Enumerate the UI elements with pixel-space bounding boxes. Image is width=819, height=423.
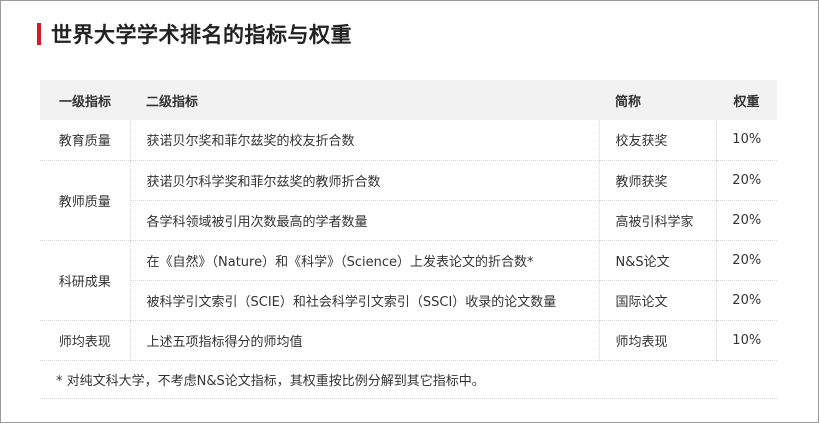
cell-secondary: 在《自然》（Nature）和《科学》（Science）上发表论文的折合数*: [130, 240, 600, 281]
cell-secondary: 获诺贝尔科学奖和菲尔兹奖的教师折合数: [130, 160, 600, 201]
cell-secondary: 上述五项指标得分的师均值: [130, 320, 600, 361]
cell-weight: 20%: [716, 160, 777, 201]
cell-primary: 教育质量: [40, 120, 131, 161]
footnote: * 对纯文科大学，不考虑N&S论文指标，其权重按比例分解到其它指标中。: [40, 361, 777, 399]
cell-weight: 10%: [716, 320, 777, 361]
page-frame: 世界大学学术排名的指标与权重 一级指标 二级指标 简称 权重 教育质量 获诺贝尔…: [0, 0, 819, 423]
table-row: 师均表现 上述五项指标得分的师均值 师均表现 10%: [40, 320, 777, 361]
table-row: 各学科领域被引用次数最高的学者数量 高被引科学家 20%: [40, 200, 777, 241]
header-secondary: 二级指标: [130, 80, 599, 120]
indicator-table: 一级指标 二级指标 简称 权重 教育质量 获诺贝尔奖和菲尔兹奖的校友折合数 校友…: [40, 80, 777, 361]
cell-weight: 20%: [716, 240, 777, 281]
cell-weight: 20%: [716, 280, 777, 321]
cell-abbr: 师均表现: [599, 320, 717, 361]
cell-primary: 教师质量: [40, 160, 131, 241]
cell-weight: 20%: [716, 200, 777, 241]
header-abbr: 简称: [599, 80, 716, 120]
title-block: 世界大学学术排名的指标与权重: [37, 19, 352, 49]
header-row: 一级指标 二级指标 简称 权重: [40, 80, 777, 120]
cell-weight: 10%: [716, 120, 777, 161]
cell-abbr: 国际论文: [599, 280, 717, 321]
cell-abbr: 教师获奖: [599, 160, 717, 201]
table-row: 被科学引文索引（SCIE）和社会科学引文索引（SSCI）收录的论文数量 国际论文…: [40, 280, 777, 321]
cell-secondary: 被科学引文索引（SCIE）和社会科学引文索引（SSCI）收录的论文数量: [130, 280, 600, 321]
cell-primary: 师均表现: [40, 320, 131, 361]
cell-abbr: 高被引科学家: [599, 200, 717, 241]
table-row: 科研成果 在《自然》（Nature）和《科学》（Science）上发表论文的折合…: [40, 240, 777, 321]
page-title: 世界大学学术排名的指标与权重: [51, 23, 352, 47]
cell-primary: 科研成果: [40, 240, 131, 321]
cell-abbr: 校友获奖: [599, 120, 717, 161]
table-row: 教育质量 获诺贝尔奖和菲尔兹奖的校友折合数 校友获奖 10%: [40, 120, 777, 161]
title-accent-bar: [37, 23, 41, 45]
cell-abbr: N&S论文: [599, 240, 717, 281]
cell-secondary: 各学科领域被引用次数最高的学者数量: [130, 200, 600, 241]
table-header: 一级指标 二级指标 简称 权重: [40, 80, 777, 120]
header-primary: 一级指标: [40, 80, 130, 120]
cell-secondary: 获诺贝尔奖和菲尔兹奖的校友折合数: [130, 120, 600, 161]
header-weight: 权重: [716, 80, 777, 120]
table-row: 教师质量 获诺贝尔科学奖和菲尔兹奖的教师折合数 教师获奖 20%: [40, 160, 777, 241]
